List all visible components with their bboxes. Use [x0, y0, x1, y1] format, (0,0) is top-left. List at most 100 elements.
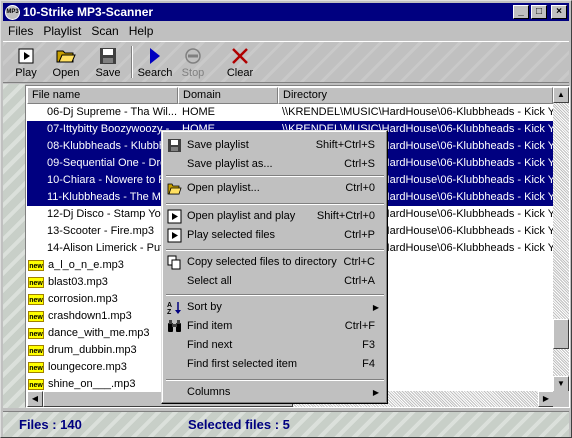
open-play-icon — [167, 209, 182, 224]
file-name-text: blast03.mp3 — [48, 276, 108, 288]
search-arrow-icon — [150, 48, 160, 64]
folder-open-icon — [167, 181, 182, 196]
submenu-arrow-icon: ▶ — [372, 388, 379, 397]
play-icon — [18, 48, 34, 64]
app-window: MP3 10-Strike MP3-Scanner _ □ × Files Pl… — [0, 0, 572, 438]
menu-separator — [166, 249, 384, 251]
stop-label: Stop — [181, 67, 205, 79]
file-name-text: dance_with_me.mp3 — [48, 327, 150, 339]
stop-button[interactable]: Stop — [178, 44, 208, 82]
menu-separator — [166, 203, 384, 205]
toolbar-separator — [131, 46, 133, 78]
cell-file-name: new blast03.mp3 — [27, 274, 178, 291]
new-badge-icon: new — [28, 294, 44, 305]
file-name-text: 08-Klubbheads - Klubbhe — [47, 140, 172, 152]
menu-item-label: Find item — [187, 320, 233, 332]
menu-item-shortcut: Shift+Ctrl+S — [315, 139, 375, 151]
menu-item-columns[interactable]: Columns ▶ — [165, 383, 385, 402]
menu-item-save-playlist[interactable]: Save playlist Shift+Ctrl+S — [165, 136, 385, 155]
search-label: Search — [137, 67, 173, 79]
file-name-text: a_l_o_n_e.mp3 — [48, 259, 124, 271]
submenu-arrow-icon: ▶ — [372, 303, 379, 312]
menu-help[interactable]: Help — [124, 24, 159, 38]
cell-file-name: new dance_with_me.mp3 — [27, 325, 178, 342]
app-icon[interactable]: MP3 — [5, 4, 20, 20]
clear-x-icon — [232, 48, 248, 64]
menu-item-copy-selected-files-to-directory[interactable]: Copy selected files to directory Ctrl+C — [165, 253, 385, 272]
menu-item-find-next[interactable]: Find next F3 — [165, 336, 385, 355]
menu-scan[interactable]: Scan — [86, 24, 123, 38]
cell-file-name: new drum_dubbin.mp3 — [27, 342, 178, 359]
cell-file-name: 13-Scooter - Fire.mp3 — [27, 223, 178, 240]
menu-playlist[interactable]: Playlist — [38, 24, 86, 38]
new-badge-icon: new — [28, 260, 44, 271]
cell-file-name: new crashdown1.mp3 — [27, 308, 178, 325]
vertical-scrollbar[interactable]: ▲ ▼ — [553, 87, 569, 392]
menu-item-open-playlist[interactable]: Open playlist... Ctrl+0 — [165, 179, 385, 198]
menu-item-shortcut: Shift+Ctrl+0 — [316, 210, 375, 222]
scroll-left-button[interactable]: ◀ — [27, 391, 43, 407]
file-name-text: corrosion.mp3 — [48, 293, 118, 305]
files-count: Files : 140 — [19, 417, 82, 432]
play-label: Play — [15, 67, 37, 79]
menu-bar: Files Playlist Scan Help — [3, 22, 158, 40]
menu-files[interactable]: Files — [3, 24, 38, 38]
menu-item-sort-by[interactable]: A Z Sort by ▶ — [165, 298, 385, 317]
cell-file-name: 06-Dj Supreme - Tha Wil... — [27, 104, 178, 121]
svg-text:Z: Z — [167, 309, 172, 315]
maximize-button[interactable]: □ — [531, 5, 547, 19]
menu-item-label: Save playlist — [187, 139, 249, 151]
scroll-down-button[interactable]: ▼ — [553, 376, 569, 392]
file-name-text: loungecore.mp3 — [48, 361, 127, 373]
file-name-text: 13-Scooter - Fire.mp3 — [47, 225, 154, 237]
menu-item-open-playlist-and-play[interactable]: Open playlist and play Shift+Ctrl+0 — [165, 207, 385, 226]
scroll-up-button[interactable]: ▲ — [553, 87, 569, 103]
new-badge-icon: new — [28, 362, 44, 373]
new-badge-icon: new — [28, 345, 44, 356]
close-button[interactable]: × — [551, 5, 567, 19]
open-button[interactable]: Open — [49, 44, 83, 82]
menu-separator — [166, 294, 384, 296]
selected-files-count: Selected files : 5 — [188, 417, 290, 432]
cell-file-name: 12-Dj Disco - Stamp You — [27, 206, 178, 223]
menu-separator — [166, 379, 384, 381]
menu-item-save-playlist-as[interactable]: Save playlist as... Ctrl+S — [165, 155, 385, 174]
cell-file-name: 14-Alison Limerick - Put ... — [27, 240, 178, 257]
column-file-name[interactable]: File name — [27, 87, 178, 104]
play-button[interactable]: Play — [11, 44, 41, 82]
file-name-text: 11-Klubbheads - The Ma — [47, 191, 168, 203]
save-label: Save — [95, 67, 121, 79]
column-directory[interactable]: Directory — [278, 87, 553, 104]
search-button[interactable]: Search — [136, 44, 174, 82]
clear-button[interactable]: Clear — [225, 44, 255, 82]
save-button[interactable]: Save — [91, 44, 125, 82]
cell-file-name: 07-Ittybitty Boozywoozy - — [27, 121, 178, 138]
menu-item-label: Open playlist... — [187, 182, 260, 194]
table-row[interactable]: 06-Dj Supreme - Tha Wil... HOME \\KRENDEL\… — [27, 104, 553, 121]
cell-domain: HOME — [182, 106, 215, 118]
menu-item-find-item[interactable]: Find item Ctrl+F — [165, 317, 385, 336]
cell-file-name: new corrosion.mp3 — [27, 291, 178, 308]
menu-item-find-first-selected-item[interactable]: Find first selected item F4 — [165, 355, 385, 374]
file-name-text: 14-Alison Limerick - Put ... — [47, 242, 176, 254]
clear-label: Clear — [226, 67, 254, 79]
menu-item-play-selected-files[interactable]: Play selected files Ctrl+P — [165, 226, 385, 245]
menu-item-shortcut: Ctrl+A — [344, 275, 375, 287]
title-bar[interactable]: MP3 10-Strike MP3-Scanner _ □ × — [3, 3, 569, 21]
file-name-text: crashdown1.mp3 — [48, 310, 132, 322]
menu-item-label: Sort by — [187, 301, 222, 313]
menu-item-shortcut: Ctrl+C — [343, 256, 375, 268]
minimize-button[interactable]: _ — [513, 5, 529, 19]
folder-open-icon — [56, 50, 76, 63]
column-domain[interactable]: Domain — [178, 87, 278, 104]
save-icon — [167, 138, 182, 153]
scroll-right-button[interactable]: ▶ — [538, 391, 554, 407]
vertical-scroll-thumb[interactable] — [553, 319, 569, 349]
menu-item-label: Save playlist as... — [187, 158, 273, 170]
new-badge-icon: new — [28, 311, 44, 322]
menu-item-label: Open playlist and play — [187, 210, 296, 222]
menu-item-select-all[interactable]: Select all Ctrl+A — [165, 272, 385, 291]
svg-text:A: A — [167, 302, 172, 309]
cell-file-name: 10-Chiara - Nowere to R — [27, 172, 178, 189]
new-badge-icon: new — [28, 328, 44, 339]
